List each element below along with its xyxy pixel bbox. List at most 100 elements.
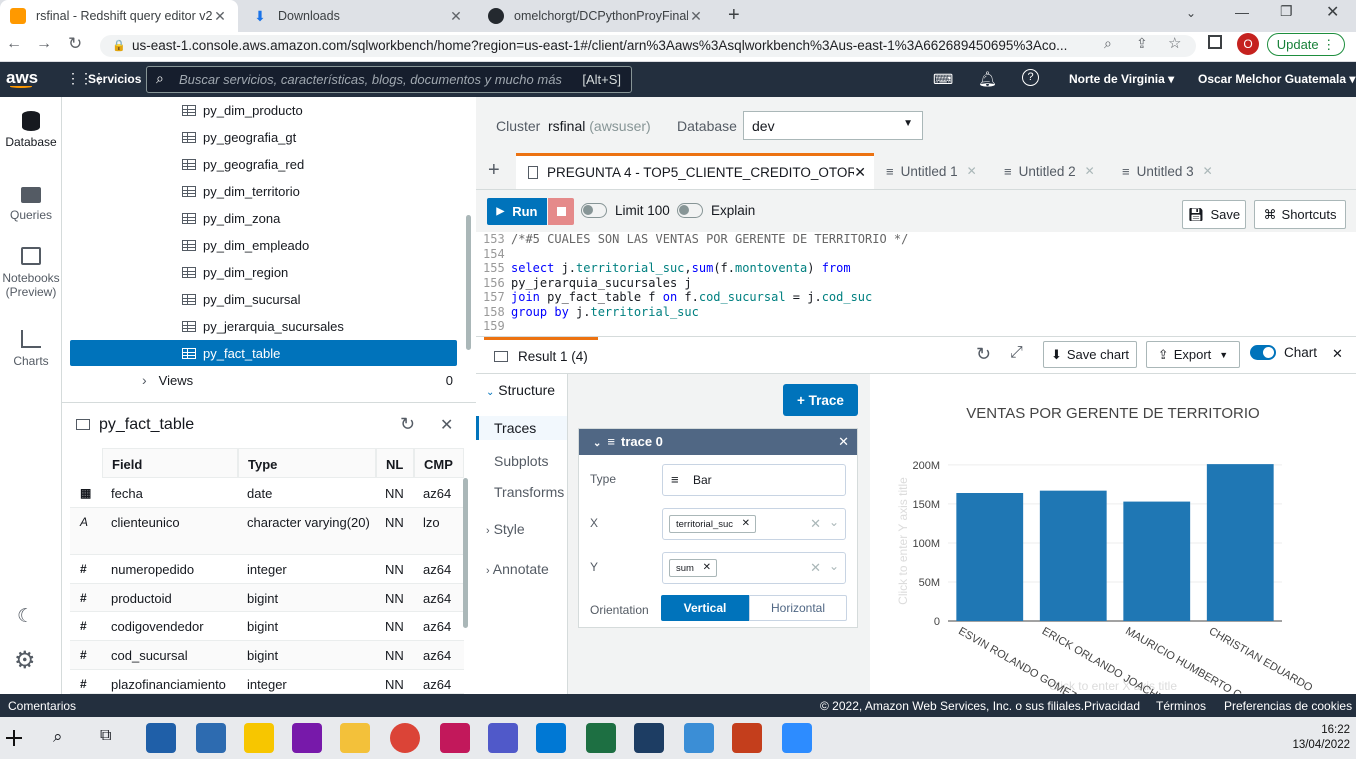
nav-subplots[interactable]: Subplots	[494, 453, 548, 469]
result-tab[interactable]: Result 1 (4)	[484, 337, 598, 373]
y-column-select[interactable]: sum ✕ ✕ ⌄	[662, 552, 846, 584]
profile-avatar[interactable]: O	[1237, 33, 1259, 55]
column-header-type[interactable]: Type	[238, 448, 376, 478]
table-row[interactable]: # numeropedido integer NN az64	[70, 555, 464, 584]
table-item-py-dim-zona[interactable]: py_dim_zona	[70, 205, 457, 231]
limit-toggle[interactable]	[581, 203, 607, 218]
trace-type-select[interactable]: ≡ Bar	[662, 464, 846, 496]
add-trace-button[interactable]: + Trace	[783, 384, 858, 416]
address-bar[interactable]: 🔒 us-east-1.console.aws.amazon.com/sqlwo…	[100, 35, 1196, 57]
dark-mode-moon-icon[interactable]: ☾	[17, 605, 34, 628]
close-tab-icon[interactable]: ✕	[688, 8, 704, 25]
defender-icon[interactable]	[146, 723, 176, 753]
table-row[interactable]: # cod_sucursal bigint NN az64	[70, 641, 464, 670]
notifications-bell-icon[interactable]: 🔔︎	[978, 70, 997, 88]
table-item-py-fact-table[interactable]: py_fact_table	[70, 340, 457, 366]
zoom-app-icon[interactable]	[782, 723, 812, 753]
close-tab-icon[interactable]: ✕	[448, 8, 464, 25]
clear-icon[interactable]: ✕	[810, 560, 821, 576]
share-icon[interactable]: ⇪	[1136, 35, 1148, 52]
table-item-py-geografia-red[interactable]: py_geografia_red	[70, 151, 457, 177]
save-chart-button[interactable]: ⬇ Save chart	[1043, 341, 1137, 368]
help-icon[interactable]: ?	[1022, 69, 1039, 86]
tab-pregunta-4[interactable]: PREGUNTA 4 - TOP5_CLIENTE_CREDITO_OTORGA…	[516, 153, 874, 189]
y-axis-title[interactable]: Click to enter Y axis title	[896, 477, 910, 605]
nav-annotate[interactable]: › Annotate	[486, 561, 549, 577]
tab-untitled-2[interactable]: ≡ Untitled 2 ✕	[1004, 153, 1108, 189]
expand-icon[interactable]: ⤢	[1010, 344, 1023, 362]
refresh-icon[interactable]: ↻	[400, 414, 415, 435]
browser-tab-downloads[interactable]: ⬇ Downloads ✕	[242, 0, 474, 32]
rail-charts[interactable]: Charts	[0, 330, 62, 368]
file-explorer-icon[interactable]	[340, 723, 370, 753]
bookmark-star-icon[interactable]: ☆	[1168, 34, 1181, 52]
windows-start-icon[interactable]	[6, 730, 22, 746]
aws-search-input[interactable]: ⌕ Buscar servicios, características, blo…	[146, 66, 632, 93]
column-header-field[interactable]: Field	[102, 448, 238, 478]
virtualbox-icon[interactable]	[634, 723, 664, 753]
privacy-link[interactable]: Privacidad	[1084, 699, 1140, 713]
chevron-down-icon[interactable]: ⌄	[829, 515, 839, 529]
table-item-py-jerarquia-sucursales[interactable]: py_jerarquia_sucursales	[70, 313, 457, 339]
tree-views-folder[interactable]: › Views 0	[70, 367, 457, 393]
tab-search-icon[interactable]: ⌄	[1186, 6, 1196, 20]
sql-editor[interactable]: 153 /*#5 CUALES SON LAS VENTAS POR GERENT…	[476, 232, 1356, 334]
shortcuts-button[interactable]: ⌘ Shortcuts	[1254, 200, 1346, 229]
rail-queries[interactable]: Queries	[0, 187, 62, 222]
onenote-icon[interactable]	[292, 723, 322, 753]
explain-toggle[interactable]	[677, 203, 703, 218]
teams-icon[interactable]	[488, 723, 518, 753]
chevron-down-icon[interactable]: ⌄	[829, 559, 839, 573]
app-icon[interactable]	[684, 723, 714, 753]
refresh-icon[interactable]: ↻	[976, 344, 991, 365]
trace-header[interactable]: ⌄ ≡ trace 0 ✕	[579, 429, 857, 455]
table-row[interactable]: # plazofinanciamiento integer NN az64	[70, 670, 464, 694]
nav-style[interactable]: › Style	[486, 521, 525, 537]
bar-4[interactable]	[1206, 464, 1274, 621]
sidebar-toggle-icon[interactable]	[1208, 35, 1222, 49]
bar-2[interactable]	[1039, 490, 1107, 621]
search-icon[interactable]: ⌕	[53, 727, 63, 747]
update-button[interactable]: Update ⋮	[1267, 33, 1345, 56]
clear-icon[interactable]: ✕	[810, 516, 821, 532]
cookie-preferences-link[interactable]: Preferencias de cookies	[1224, 699, 1352, 713]
table-row[interactable]: # productoid bigint NN az64	[70, 584, 464, 612]
close-tab-icon[interactable]: ✕	[1203, 164, 1213, 178]
database-select[interactable]: dev ▼	[743, 111, 923, 140]
zoom-icon[interactable]: ⌕	[1104, 35, 1112, 52]
browser-tab-github[interactable]: omelchorgt/DCPythonProyFinal: ✕	[478, 0, 714, 32]
terms-link[interactable]: Términos	[1156, 699, 1206, 713]
services-menu[interactable]: Servicios	[88, 72, 141, 86]
vertical-button[interactable]: Vertical	[661, 595, 749, 621]
close-tab-icon[interactable]: ✕	[1085, 164, 1095, 178]
remove-tag-icon[interactable]: ✕	[703, 562, 711, 573]
sticky-notes-icon[interactable]	[244, 723, 274, 753]
app-icon[interactable]	[196, 723, 226, 753]
nav-structure[interactable]: ⌄ Structure	[476, 382, 567, 404]
table-row[interactable]: Aclienteunico character varying(20) NN lzo	[70, 508, 464, 555]
close-details-icon[interactable]: ✕	[440, 415, 453, 435]
column-header-nl[interactable]: NL	[376, 448, 414, 478]
system-clock[interactable]: 16:22 13/04/2022	[1292, 723, 1350, 753]
table-item-py-dim-sucursal[interactable]: py_dim_sucursal	[70, 286, 457, 312]
region-selector[interactable]: Norte de Virginia ▾	[1069, 72, 1174, 86]
table-item-py-dim-producto[interactable]: py_dim_producto	[70, 97, 457, 123]
chart-title[interactable]: VENTAS POR GERENTE DE TERRITORIO	[966, 405, 1259, 422]
outlook-icon[interactable]	[536, 723, 566, 753]
export-button[interactable]: ⇪ Export ▼	[1146, 341, 1240, 368]
nav-traces[interactable]: Traces	[476, 416, 567, 440]
chart-toggle[interactable]	[1250, 345, 1276, 360]
forward-icon[interactable]: →	[36, 35, 52, 53]
maximize-icon[interactable]: ❐	[1280, 3, 1293, 20]
tab-untitled-3[interactable]: ≡ Untitled 3 ✕	[1122, 153, 1226, 189]
task-view-icon[interactable]: ⧉	[100, 727, 111, 745]
new-tab-icon[interactable]: +	[728, 4, 740, 27]
tree-scrollbar[interactable]	[466, 215, 471, 350]
column-header-cmp[interactable]: CMP	[414, 448, 464, 478]
bar-3[interactable]	[1123, 501, 1191, 621]
comments-link[interactable]: Comentarios	[8, 699, 76, 713]
account-menu[interactable]: Oscar Melchor Guatemala ▾	[1198, 72, 1355, 86]
details-scrollbar[interactable]	[463, 478, 468, 628]
close-tab-icon[interactable]: ✕	[212, 8, 228, 25]
table-item-py-dim-region[interactable]: py_dim_region	[70, 259, 457, 285]
